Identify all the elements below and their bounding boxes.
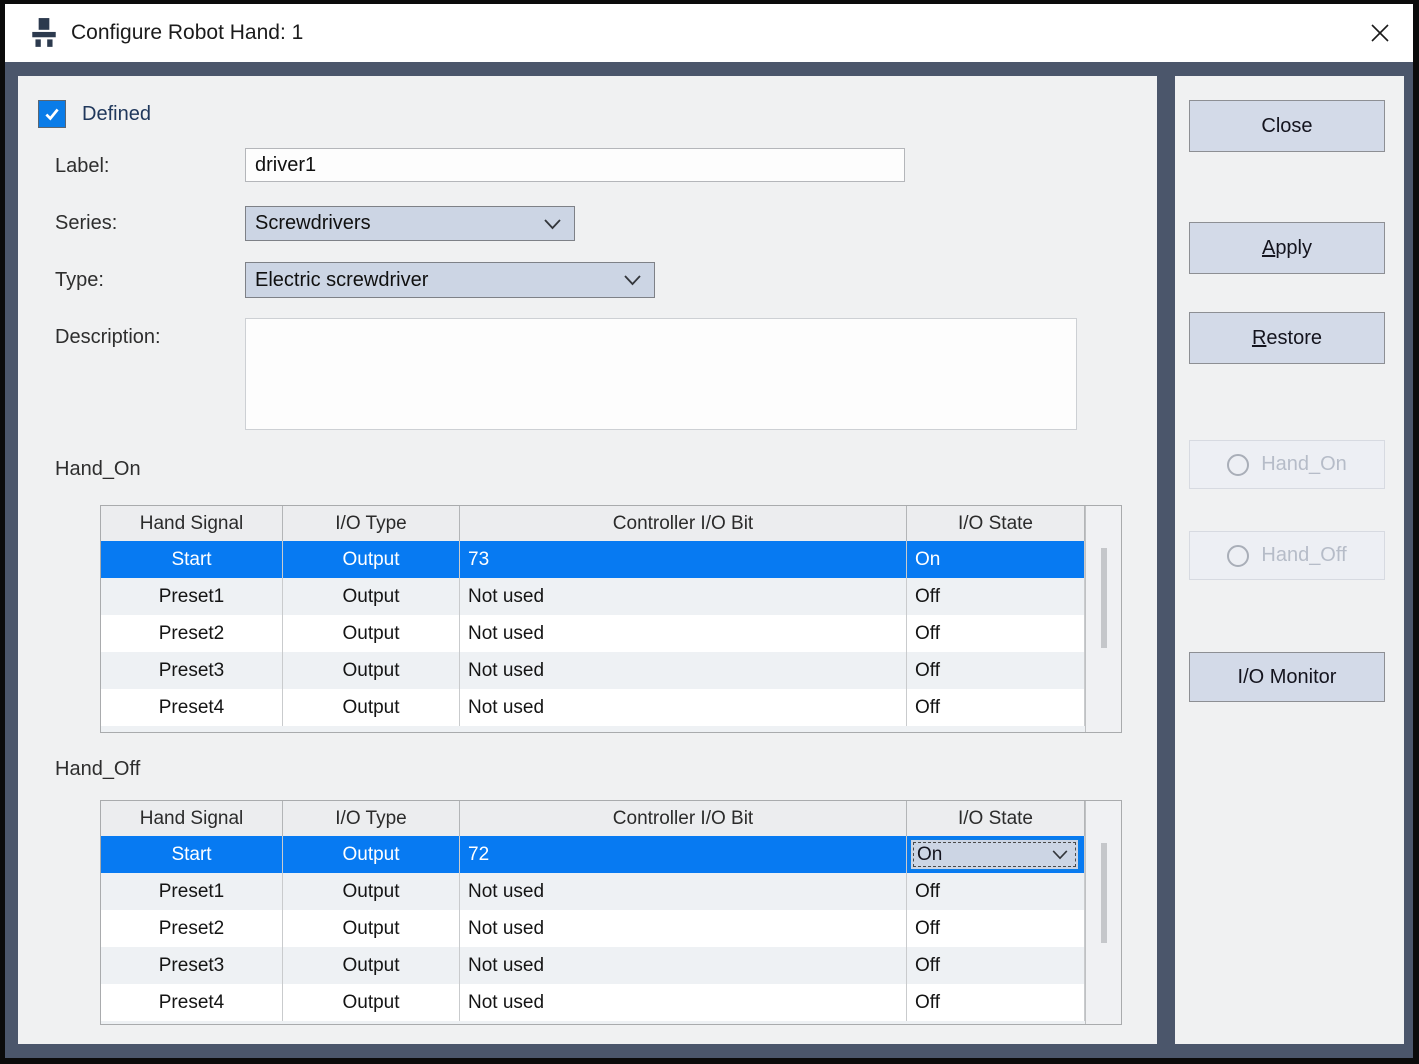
close-icon[interactable] xyxy=(1369,22,1391,44)
defined-checkbox[interactable] xyxy=(38,100,66,128)
hand-off-scrollbar-thumb[interactable] xyxy=(1101,843,1107,943)
label-field-label: Label: xyxy=(55,155,110,178)
description-label: Description: xyxy=(55,326,161,349)
hand-off-section-title: Hand_Off xyxy=(55,758,140,781)
chevron-down-icon xyxy=(1052,850,1068,860)
table-partial-row xyxy=(101,1021,1085,1024)
io-state-combobox-value: On xyxy=(917,844,942,866)
window-title: Configure Robot Hand: 1 xyxy=(71,21,303,45)
hand-off-scrollbar[interactable] xyxy=(1085,801,1121,1024)
hand-on-table-header: Hand Signal I/O Type Controller I/O Bit … xyxy=(101,506,1085,541)
main-panel: Defined Label: driver1 Series: Screwdriv… xyxy=(18,76,1157,1044)
hand-on-scrollbar[interactable] xyxy=(1085,506,1121,732)
apply-button[interactable]: Apply xyxy=(1189,222,1385,274)
table-partial-row xyxy=(101,726,1085,732)
hand-off-table: Hand Signal I/O Type Controller I/O Bit … xyxy=(100,800,1122,1025)
hand-off-table-header: Hand Signal I/O Type Controller I/O Bit … xyxy=(101,801,1085,836)
hand-on-button: Hand_On xyxy=(1189,440,1385,489)
column-header: I/O State xyxy=(907,801,1085,836)
column-header: I/O Type xyxy=(283,506,460,541)
column-header: Controller I/O Bit xyxy=(460,801,907,836)
table-row[interactable]: Preset2 Output Not used Off xyxy=(101,910,1085,947)
column-header: I/O Type xyxy=(283,801,460,836)
table-row[interactable]: Preset1 Output Not used Off xyxy=(101,873,1085,910)
label-input[interactable]: driver1 xyxy=(245,148,905,182)
dialog-window: Configure Robot Hand: 1 Defined Label: d… xyxy=(5,4,1413,1058)
hand-off-button: Hand_Off xyxy=(1189,531,1385,580)
series-select-value: Screwdrivers xyxy=(255,212,371,235)
series-label: Series: xyxy=(55,212,117,235)
radio-icon xyxy=(1227,454,1249,476)
chevron-down-icon xyxy=(544,219,561,230)
table-row[interactable]: Start Output 73 On xyxy=(101,541,1085,578)
chevron-down-icon xyxy=(624,275,641,286)
io-state-combobox[interactable]: On xyxy=(909,838,1080,871)
description-textarea[interactable] xyxy=(245,318,1077,430)
column-header: I/O State xyxy=(907,506,1085,541)
close-button[interactable]: Close xyxy=(1189,100,1385,152)
hand-on-section-title: Hand_On xyxy=(55,458,141,481)
column-header: Hand Signal xyxy=(101,801,283,836)
table-row[interactable]: Preset2 Output Not used Off xyxy=(101,615,1085,652)
series-select[interactable]: Screwdrivers xyxy=(245,206,575,241)
type-label: Type: xyxy=(55,269,104,292)
label-input-value: driver1 xyxy=(255,154,316,177)
hand-on-table: Hand Signal I/O Type Controller I/O Bit … xyxy=(100,505,1122,733)
type-select[interactable]: Electric screwdriver xyxy=(245,262,655,298)
side-panel: Close Apply Restore Hand_On Hand_Off I/O… xyxy=(1175,76,1404,1044)
table-row[interactable]: Start Output 72 On xyxy=(101,836,1085,873)
title-bar: Configure Robot Hand: 1 xyxy=(5,4,1413,62)
table-row[interactable]: Preset4 Output Not used Off xyxy=(101,984,1085,1021)
defined-label: Defined xyxy=(82,103,151,126)
table-row[interactable]: Preset1 Output Not used Off xyxy=(101,578,1085,615)
column-header: Controller I/O Bit xyxy=(460,506,907,541)
check-icon xyxy=(43,105,61,123)
table-row[interactable]: Preset4 Output Not used Off xyxy=(101,689,1085,726)
io-monitor-button[interactable]: I/O Monitor xyxy=(1189,652,1385,702)
type-select-value: Electric screwdriver xyxy=(255,269,428,292)
column-header: Hand Signal xyxy=(101,506,283,541)
table-row[interactable]: Preset3 Output Not used Off xyxy=(101,652,1085,689)
restore-button[interactable]: Restore xyxy=(1189,312,1385,364)
hand-on-scrollbar-thumb[interactable] xyxy=(1101,548,1107,648)
radio-icon xyxy=(1227,545,1249,567)
robot-hand-icon xyxy=(31,17,57,49)
table-row[interactable]: Preset3 Output Not used Off xyxy=(101,947,1085,984)
